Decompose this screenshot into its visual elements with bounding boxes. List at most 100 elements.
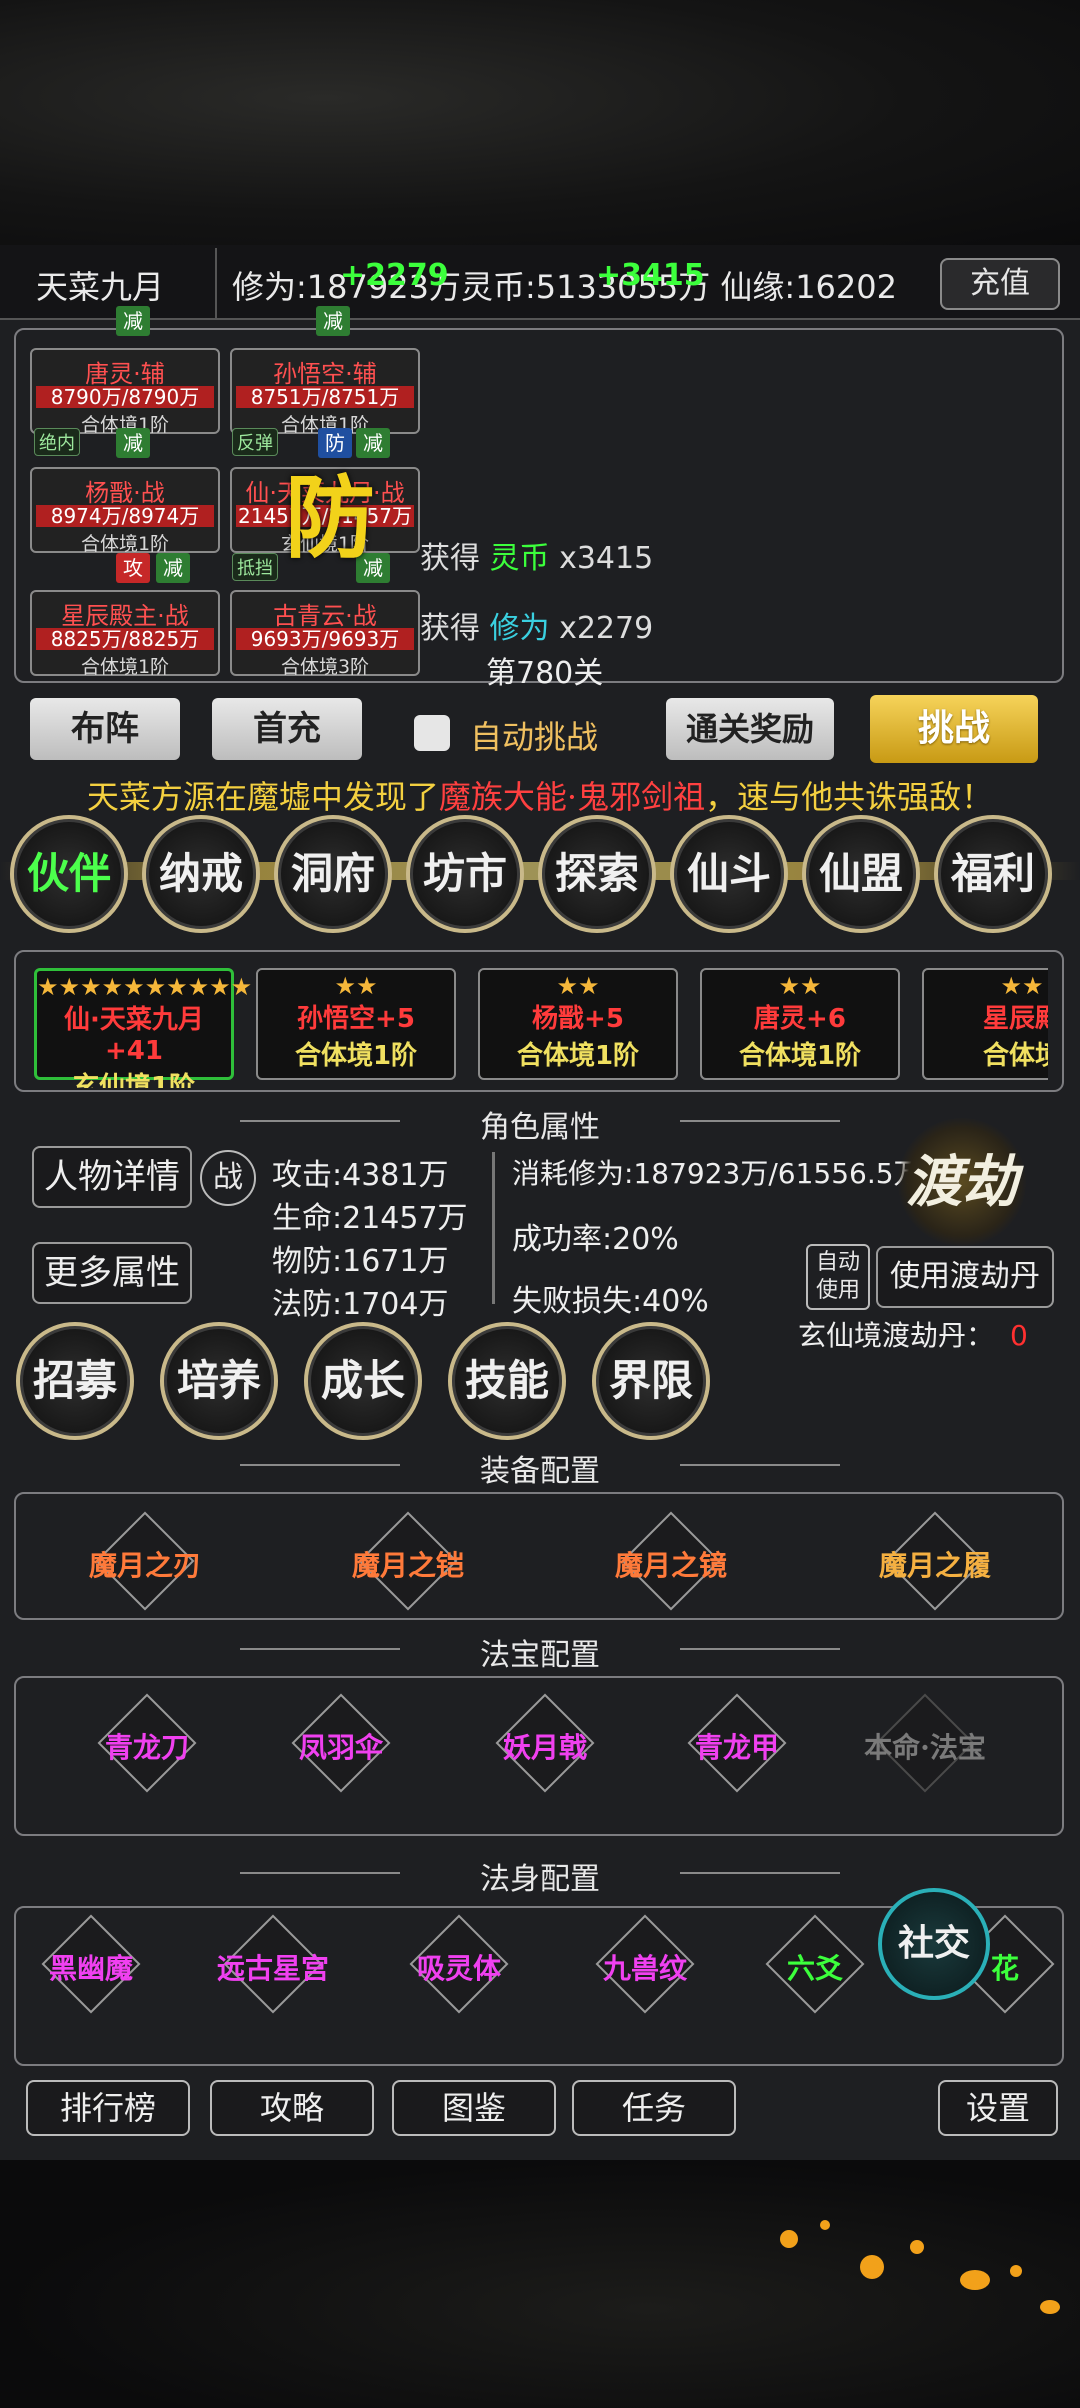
gold-ink-dot: [860, 2255, 884, 2279]
nav-cave[interactable]: 洞府: [274, 815, 392, 933]
log-line: 获得 修为 x2279: [420, 603, 653, 647]
treasure-name: 凤羽伞: [298, 1731, 383, 1764]
unit-hp: 8751万/8751万: [236, 386, 414, 408]
unit-card[interactable]: 古青云·战 9693万/9693万 合体境3阶: [230, 590, 420, 678]
divider: [680, 1648, 840, 1650]
fail-loss: 失败损失:40%: [512, 1284, 709, 1319]
settings-button[interactable]: 设置: [938, 2080, 1058, 2136]
growth-button[interactable]: 成长: [304, 1322, 422, 1440]
skills-button[interactable]: 技能: [448, 1322, 566, 1440]
guide-button[interactable]: 攻略: [210, 2080, 374, 2136]
clear-reward-button[interactable]: 通关奖励: [666, 698, 834, 760]
log-qty: x3415: [559, 541, 654, 576]
social-button[interactable]: 社交: [878, 1888, 990, 2000]
battle-badge[interactable]: 战: [200, 1150, 256, 1206]
divider: [240, 1120, 400, 1122]
defense-effect: 防: [285, 465, 375, 571]
body-name: 九兽纹: [602, 1952, 687, 1985]
life-stat: 生命:21457万: [272, 1201, 468, 1236]
stage-label: 第780关: [486, 656, 604, 691]
debuff-tag: 减: [156, 553, 190, 583]
partner-rank: 合体境: [982, 1041, 1048, 1071]
nav-alliance[interactable]: 仙盟: [802, 815, 920, 933]
body-name: 远古星宫: [216, 1952, 329, 1985]
log-line: 获得 灵币 x3415: [420, 533, 653, 577]
unit-card[interactable]: 星辰殿主·战 8825万/8825万 合体境1阶: [30, 590, 220, 678]
more-attributes-button[interactable]: 更多属性: [32, 1242, 192, 1304]
first-charge-button[interactable]: 首充: [212, 698, 362, 760]
unit-card[interactable]: 孙悟空·辅 8751万/8751万 合体境1阶: [230, 348, 420, 436]
magic-def-stat: 法防:1704万: [272, 1287, 449, 1322]
lingbi-gain-float: +3415: [596, 258, 705, 293]
partner-rank: 合体境1阶: [738, 1041, 862, 1071]
auto-use-toggle[interactable]: 自动 使用: [806, 1244, 870, 1310]
log-prefix: 获得: [420, 611, 480, 646]
attack-stat: 攻击:4381万: [272, 1158, 449, 1193]
unit-name: 古青云·战: [273, 602, 377, 630]
nav-explore[interactable]: 探索: [538, 815, 656, 933]
partner-card[interactable]: ★★ 唐灵+6 合体境1阶: [700, 968, 900, 1080]
partner-card[interactable]: ★★ 孙悟空+5 合体境1阶: [256, 968, 456, 1080]
gold-ink-dot: [1040, 2300, 1060, 2314]
event-notice: 天菜方源在魔墟中发现了魔族大能·鬼邪剑祖，速与他共诛强敌！: [60, 775, 1020, 819]
status-tag: 抵挡: [232, 553, 278, 581]
partner-card[interactable]: ★★ 星辰殿 合体境: [922, 968, 1048, 1080]
body-name: 吸灵体: [416, 1952, 501, 1985]
formation-button[interactable]: 布阵: [30, 698, 180, 760]
pill-label-text: 玄仙境渡劫丹：: [798, 1319, 995, 1352]
nav-welfare[interactable]: 福利: [934, 815, 1052, 933]
auto-challenge-label: 自动挑战: [470, 718, 599, 756]
unit-hp: 8825万/8825万: [36, 628, 214, 650]
recruit-button[interactable]: 招募: [16, 1322, 134, 1440]
unit-name: 杨戬·战: [85, 479, 165, 507]
phys-def-stat: 物防:1671万: [272, 1244, 449, 1279]
debuff-tag: 减: [116, 428, 150, 458]
section-title: 法宝配置: [480, 1638, 600, 1673]
status-tag: 绝内: [34, 428, 80, 456]
nav-market[interactable]: 坊市: [406, 815, 524, 933]
treasure-name: 青龙甲: [694, 1731, 779, 1764]
partner-card[interactable]: ★★★★★★★★★★ 仙·天菜九月+41 玄仙境1阶: [34, 968, 252, 1088]
section-title: 法身配置: [480, 1862, 600, 1897]
nav-ring[interactable]: 纳戒: [142, 815, 260, 933]
recharge-button[interactable]: 充值: [940, 258, 1060, 310]
nav-partner[interactable]: 伙伴: [10, 815, 128, 933]
challenge-button[interactable]: 挑战: [870, 695, 1038, 763]
success-rate: 成功率:20%: [512, 1222, 679, 1257]
partner-list[interactable]: ★★★★★★★★★★ 仙·天菜九月+41 玄仙境1阶 ★★ 孙悟空+5 合体境1…: [30, 960, 1048, 1088]
tribulation-button[interactable]: 渡劫: [898, 1118, 1026, 1246]
divider: [215, 248, 217, 318]
treasure-name: 本命·法宝: [864, 1731, 986, 1764]
cultivate-button[interactable]: 培养: [160, 1322, 278, 1440]
unit-name: 孙悟空·辅: [273, 360, 377, 388]
equipment-name: 魔月之履: [878, 1549, 991, 1582]
divider: [240, 1872, 400, 1874]
section-header-equipment: 装备配置: [0, 1446, 1080, 1490]
log-item: 修为: [489, 611, 550, 646]
star-icons: ★★: [1000, 972, 1044, 1000]
limit-button[interactable]: 界限: [592, 1322, 710, 1440]
task-button[interactable]: 任务: [572, 2080, 736, 2136]
use-pill-button[interactable]: 使用渡劫丹: [876, 1246, 1054, 1308]
unit-card[interactable]: 杨戬·战 8974万/8974万 合体境1阶: [30, 467, 220, 555]
divider: [680, 1120, 840, 1122]
divider: [492, 1152, 495, 1304]
star-icons: ★★: [556, 972, 600, 1000]
treasure-name: 青龙刀: [104, 1731, 189, 1764]
character-detail-button[interactable]: 人物详情: [32, 1146, 192, 1208]
divider: [680, 1464, 840, 1466]
unit-rank: 合体境3阶: [280, 656, 370, 678]
treasure-name: 妖月戟: [502, 1731, 587, 1764]
leaderboard-button[interactable]: 排行榜: [26, 2080, 190, 2136]
partner-card[interactable]: ★★ 杨戬+5 合体境1阶: [478, 968, 678, 1080]
nav-duel[interactable]: 仙斗: [670, 815, 788, 933]
section-header-treasures: 法宝配置: [0, 1630, 1080, 1674]
atlas-button[interactable]: 图鉴: [392, 2080, 556, 2136]
unit-name: 星辰殿主·战: [61, 602, 189, 630]
pill-count: 0: [1010, 1319, 1028, 1352]
partner-rank: 合体境1阶: [294, 1041, 418, 1071]
unit-hp: 9693万/9693万: [236, 628, 414, 650]
unit-card[interactable]: 唐灵·辅 8790万/8790万 合体境1阶: [30, 348, 220, 436]
resource-stats: 修为:187923万灵币:5133055万 仙缘:16202: [232, 268, 897, 306]
auto-challenge-checkbox[interactable]: [414, 715, 450, 751]
